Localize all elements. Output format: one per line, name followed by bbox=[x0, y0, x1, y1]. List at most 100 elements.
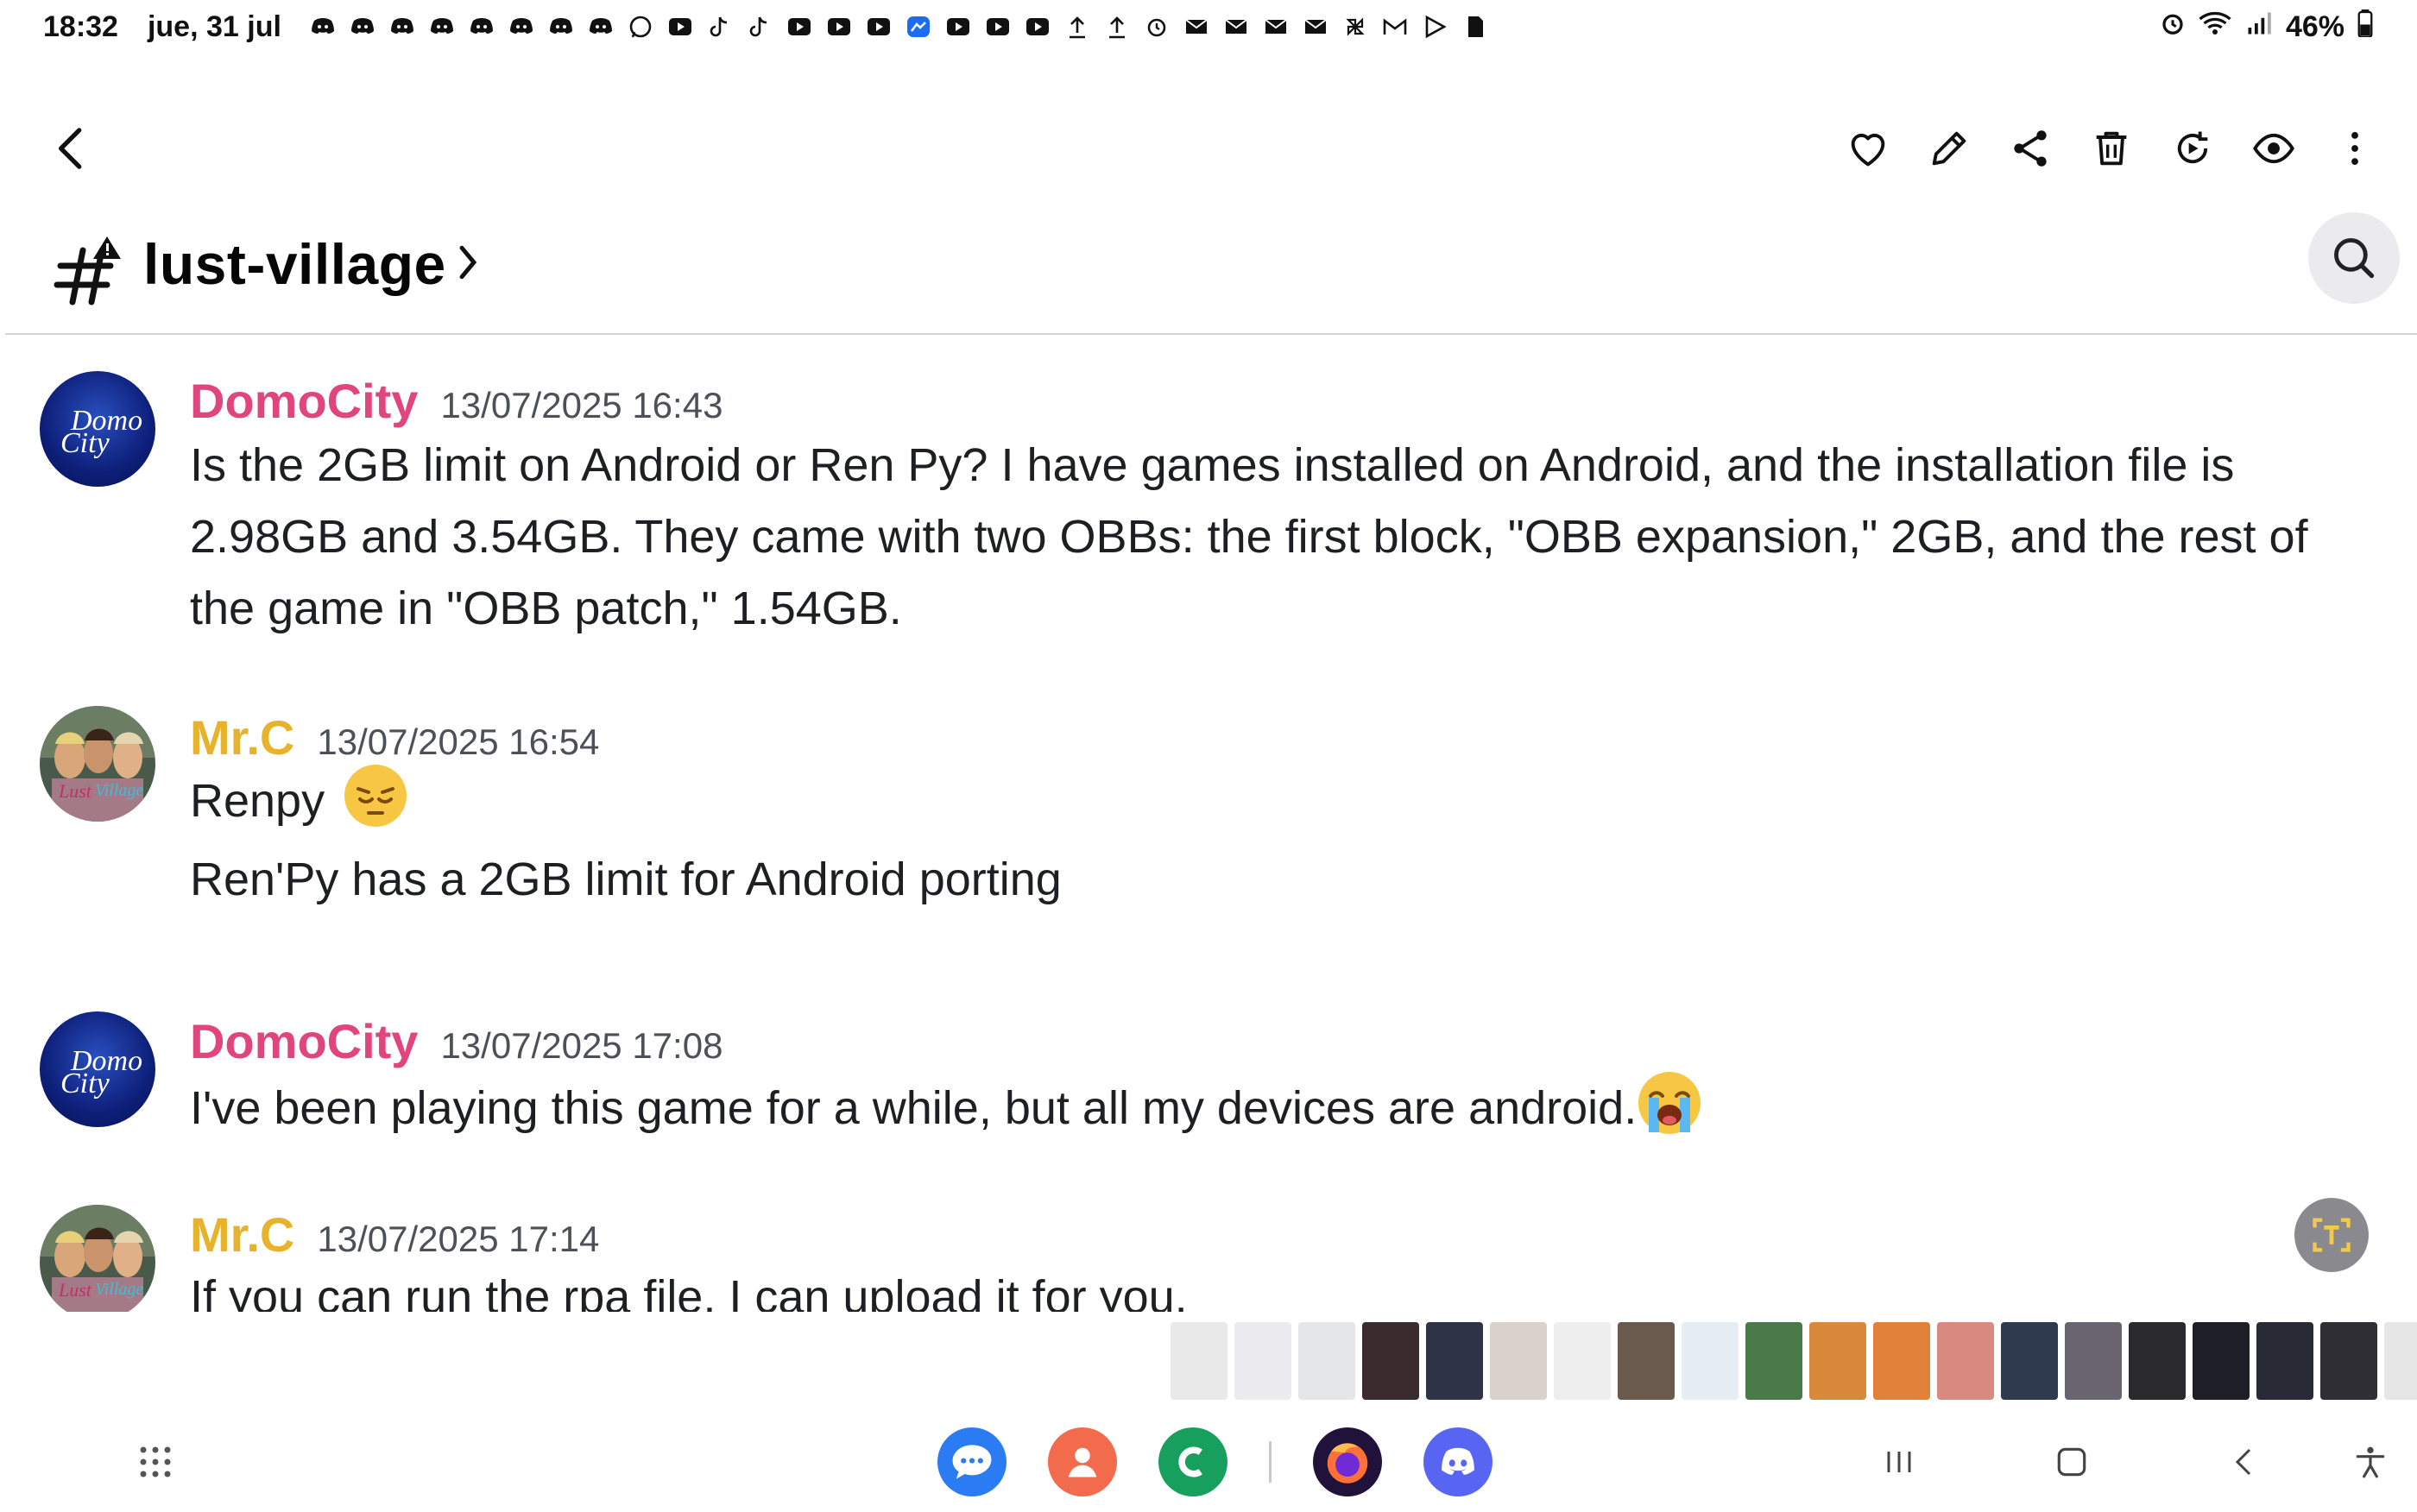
navigation-bar bbox=[0, 1415, 2417, 1512]
mail-icon bbox=[1221, 14, 1252, 40]
share-button[interactable] bbox=[2003, 121, 2058, 176]
favorite-button[interactable] bbox=[1840, 121, 1896, 176]
message-author[interactable]: Mr.C bbox=[190, 1206, 294, 1263]
sd-card-icon bbox=[1459, 14, 1490, 40]
remaster-button[interactable] bbox=[2165, 121, 2220, 176]
home-button[interactable] bbox=[2046, 1436, 2098, 1488]
status-right: 46% bbox=[2160, 0, 2374, 54]
firefox-icon bbox=[1327, 1443, 1368, 1484]
gallery-thumbnail[interactable] bbox=[1873, 1322, 1930, 1400]
gallery-thumbnail[interactable] bbox=[1745, 1322, 1802, 1400]
more-options-button[interactable] bbox=[2327, 121, 2382, 176]
screenshot-image: lust-village Domo City DomoCity 13/07/202… bbox=[5, 212, 2417, 1312]
chat-bubble-icon bbox=[952, 1445, 992, 1479]
gallery-thumbnail[interactable] bbox=[1809, 1322, 1866, 1400]
channel-header: lust-village bbox=[5, 212, 2417, 335]
accessibility-button[interactable] bbox=[2344, 1436, 2396, 1488]
message-content: Renpy Ren'Py has a 2GB limit for Android… bbox=[190, 763, 2400, 916]
trash-icon bbox=[2096, 131, 2127, 166]
mail-icon bbox=[1300, 14, 1331, 40]
avatar-mrc[interactable]: Lust Village bbox=[40, 1205, 155, 1312]
gallery-thumbnail[interactable] bbox=[2193, 1322, 2250, 1400]
upload-icon bbox=[1062, 14, 1093, 40]
message-timestamp: 13/07/2025 16:54 bbox=[317, 721, 600, 762]
play-store-icon bbox=[1419, 14, 1450, 40]
message-author[interactable]: Mr.C bbox=[190, 709, 294, 765]
gallery-thumbnail[interactable] bbox=[1171, 1322, 1227, 1400]
search-button[interactable] bbox=[2308, 212, 2400, 304]
avatar-domocity[interactable]: Domo City bbox=[40, 1011, 155, 1127]
message-line: If you can run the rpa file, I can uploa… bbox=[190, 1271, 1188, 1312]
heart-icon bbox=[1851, 133, 1885, 167]
svg-text:Village: Village bbox=[95, 781, 143, 800]
message-timestamp: 13/07/2025 16:43 bbox=[440, 385, 723, 425]
message-line: Ren'Py has a 2GB limit for Android porti… bbox=[190, 854, 1062, 905]
gallery-thumbnail[interactable] bbox=[2129, 1322, 2186, 1400]
gallery-thumbnail[interactable] bbox=[2384, 1322, 2417, 1400]
grid-icon bbox=[140, 1446, 171, 1477]
gallery-thumbnail[interactable] bbox=[1682, 1322, 1739, 1400]
recent-apps-button[interactable] bbox=[1873, 1436, 1925, 1488]
avatar-mrc[interactable]: Lust Village bbox=[40, 706, 155, 822]
messenger-icon bbox=[903, 14, 934, 40]
firefox-app[interactable] bbox=[1313, 1427, 1382, 1496]
pinwheel-icon bbox=[1340, 14, 1371, 40]
chevron-right-icon[interactable] bbox=[456, 238, 490, 299]
nav-back-button[interactable] bbox=[2218, 1436, 2270, 1488]
gallery-thumbnail[interactable] bbox=[1298, 1322, 1355, 1400]
channel-name[interactable]: lust-village bbox=[143, 231, 446, 297]
gallery-thumbnail[interactable] bbox=[1937, 1322, 1994, 1400]
alarm-icon bbox=[2160, 10, 2186, 44]
tiktok-icon bbox=[744, 14, 775, 40]
loudly-crying-face-emoji-icon bbox=[1637, 1070, 1702, 1136]
view-button[interactable] bbox=[2246, 121, 2301, 176]
avatar-domocity[interactable]: Domo City bbox=[40, 371, 155, 487]
gallery-thumbnail[interactable] bbox=[1554, 1322, 1611, 1400]
youtube-icon bbox=[824, 14, 855, 40]
status-date: jue, 31 jul bbox=[147, 9, 281, 43]
phone-c-icon bbox=[1178, 1446, 1202, 1477]
app-drawer-button[interactable] bbox=[138, 1445, 173, 1479]
messages-app[interactable] bbox=[937, 1427, 1007, 1496]
notification-icons bbox=[307, 14, 1490, 40]
battery-icon bbox=[2357, 9, 2374, 45]
gallery-thumbnail[interactable] bbox=[2256, 1322, 2313, 1400]
delete-button[interactable] bbox=[2084, 121, 2139, 176]
mail-icon bbox=[1260, 14, 1291, 40]
gallery-thumbnail[interactable] bbox=[2065, 1322, 2122, 1400]
youtube-icon bbox=[1022, 14, 1053, 40]
contacts-app[interactable] bbox=[1048, 1427, 1117, 1496]
text-scan-icon bbox=[2313, 1218, 2351, 1252]
message-author[interactable]: DomoCity bbox=[190, 1013, 418, 1069]
youtube-icon bbox=[982, 14, 1013, 40]
back-button[interactable] bbox=[43, 121, 98, 176]
svg-text:Village: Village bbox=[95, 1280, 143, 1299]
discord-app[interactable] bbox=[1423, 1427, 1492, 1496]
youtube-icon bbox=[943, 14, 974, 40]
phone-app[interactable] bbox=[1158, 1427, 1227, 1496]
gallery-thumbnail[interactable] bbox=[1426, 1322, 1483, 1400]
eye-icon bbox=[2253, 133, 2294, 164]
dock-divider bbox=[1269, 1441, 1272, 1483]
discord-icon bbox=[387, 14, 418, 40]
gallery-thumbnail[interactable] bbox=[1362, 1322, 1419, 1400]
youtube-icon bbox=[784, 14, 815, 40]
message-author[interactable]: DomoCity bbox=[190, 373, 418, 429]
thumbnail-strip[interactable] bbox=[1171, 1322, 2417, 1400]
message-content: I've been playing this game for a while,… bbox=[190, 1070, 2400, 1144]
edit-button[interactable] bbox=[1922, 121, 1977, 176]
gallery-thumbnail[interactable] bbox=[2001, 1322, 2058, 1400]
discord-icon bbox=[426, 14, 458, 40]
battery-level: 46% bbox=[2285, 9, 2344, 43]
discord-icon bbox=[506, 14, 537, 40]
remaster-icon bbox=[2177, 131, 2208, 164]
svg-text:Lust: Lust bbox=[58, 780, 92, 802]
gallery-thumbnail[interactable] bbox=[2320, 1322, 2377, 1400]
wifi-icon bbox=[2198, 10, 2232, 44]
gallery-thumbnail[interactable] bbox=[1618, 1322, 1675, 1400]
extract-text-button[interactable] bbox=[2294, 1198, 2369, 1272]
tiktok-icon bbox=[704, 14, 735, 40]
gallery-thumbnail[interactable] bbox=[1234, 1322, 1291, 1400]
gallery-thumbnail[interactable] bbox=[1490, 1322, 1547, 1400]
discord-icon bbox=[347, 14, 378, 40]
